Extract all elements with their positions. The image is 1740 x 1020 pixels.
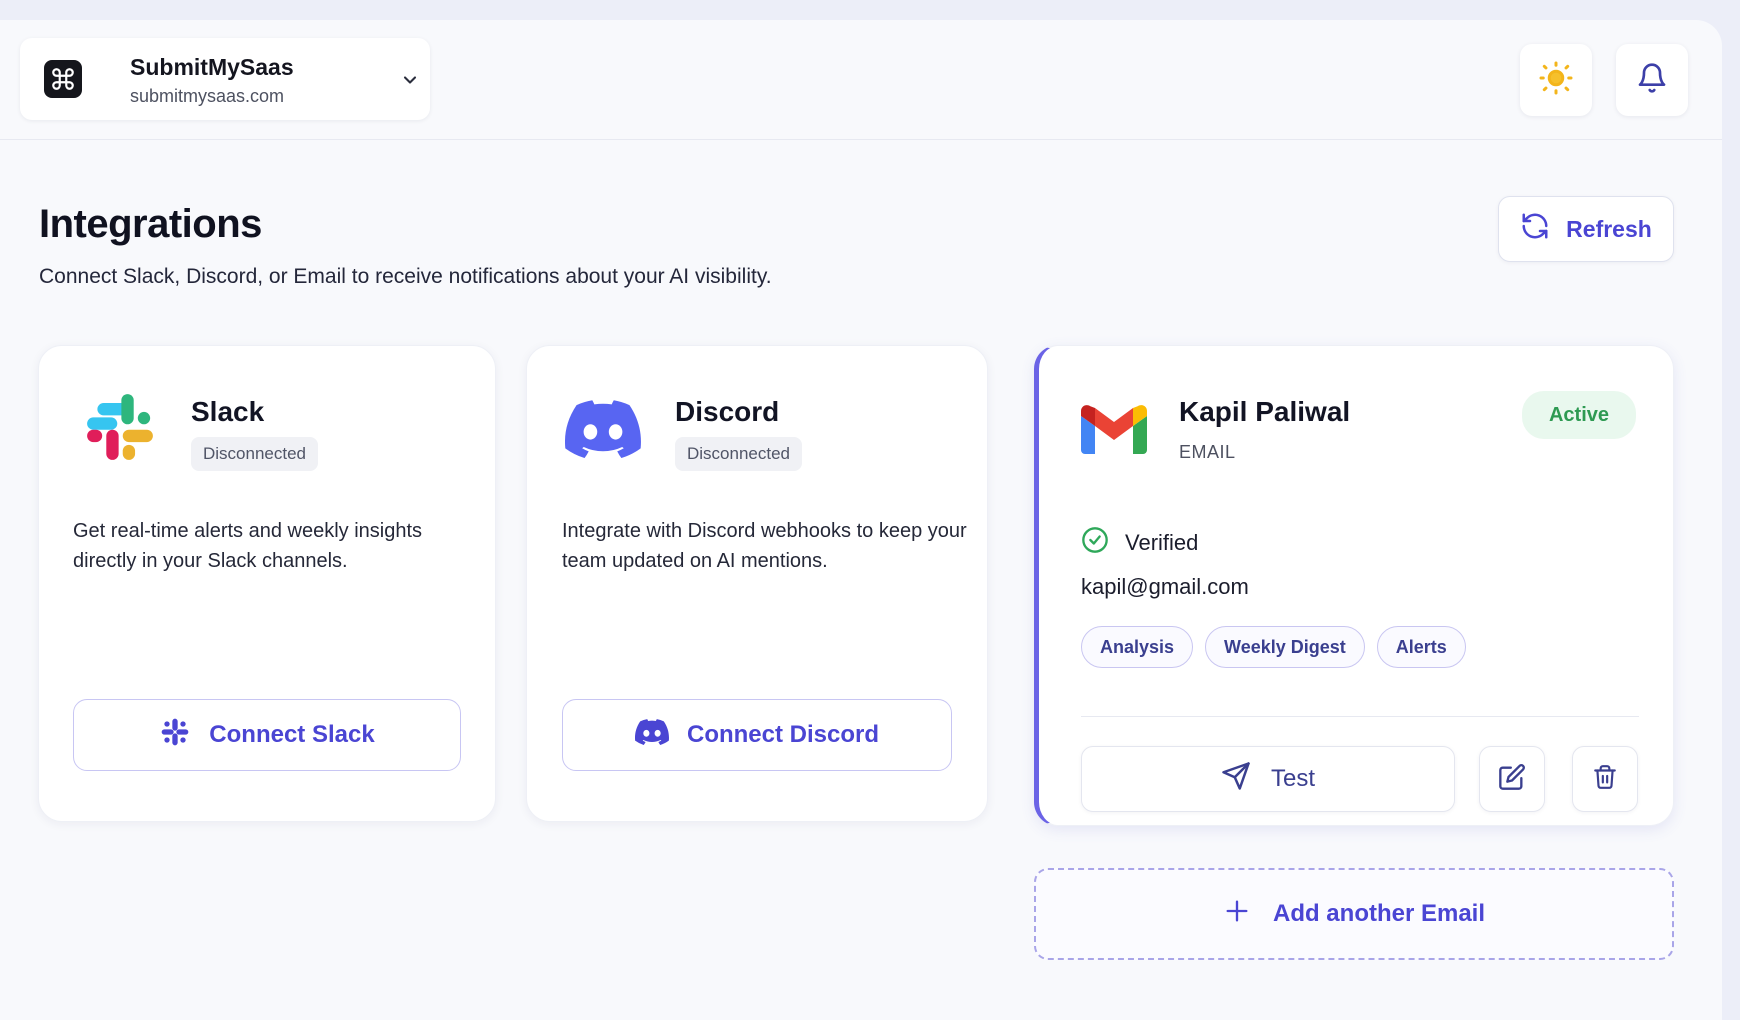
- verified-row: Verified: [1081, 526, 1198, 560]
- slack-card: Slack Disconnected Get real-time alerts …: [38, 345, 496, 822]
- plus-icon: [1223, 897, 1251, 932]
- email-account-name: Kapil Paliwal: [1179, 396, 1351, 427]
- discord-description: Integrate with Discord webhooks to keep …: [562, 520, 967, 572]
- org-name: SubmitMySaas: [130, 54, 294, 80]
- slack-title: Slack: [191, 396, 265, 427]
- tag-alerts[interactable]: Alerts: [1376, 626, 1466, 668]
- refresh-label: Refresh: [1566, 215, 1652, 242]
- page-subtitle: Connect Slack, Discord, or Email to rece…: [39, 265, 772, 288]
- discord-logo-icon: [564, 400, 641, 463]
- sun-icon: [1538, 60, 1574, 101]
- discord-card: Discord Disconnected Integrate with Disc…: [526, 345, 988, 822]
- discord-title: Discord: [675, 396, 780, 427]
- delete-button[interactable]: [1572, 746, 1638, 812]
- connect-slack-button[interactable]: Connect Slack: [73, 699, 461, 771]
- edit-button[interactable]: [1479, 746, 1545, 812]
- page-title: Integrations: [39, 202, 262, 246]
- trash-icon: [1592, 763, 1618, 796]
- slack-status-badge: Disconnected: [191, 437, 319, 471]
- integration-type-label: EMAIL: [1179, 442, 1236, 462]
- chevron-down-icon: [400, 70, 420, 95]
- org-switcher[interactable]: SubmitMySaas submitmysaas.com: [20, 38, 430, 120]
- check-circle-icon: [1081, 526, 1109, 560]
- connect-discord-button[interactable]: Connect Discord: [562, 699, 952, 771]
- add-email-button[interactable]: Add another Email: [1034, 868, 1674, 960]
- active-status-badge: Active: [1522, 391, 1636, 439]
- refresh-button[interactable]: Refresh: [1498, 196, 1674, 262]
- gmail-logo-icon: [1081, 404, 1147, 459]
- email-address: kapil@gmail.com: [1081, 574, 1249, 599]
- email-integration-card: Kapil Paliwal EMAIL Active Verified kapi…: [1034, 345, 1674, 826]
- org-domain: submitmysaas.com: [130, 86, 285, 106]
- slack-logo-icon: [83, 390, 157, 469]
- connect-slack-label: Connect Slack: [209, 721, 375, 748]
- notifications-button[interactable]: [1616, 44, 1688, 116]
- bell-icon: [1636, 62, 1668, 99]
- app-shell: SubmitMySaas submitmysaas.com Integratio…: [0, 20, 1722, 1020]
- slack-icon: [159, 716, 191, 755]
- top-bar: SubmitMySaas submitmysaas.com: [0, 20, 1722, 140]
- test-label: Test: [1270, 765, 1315, 792]
- tag-analysis[interactable]: Analysis: [1081, 626, 1194, 668]
- card-divider: [1081, 716, 1639, 717]
- connect-discord-label: Connect Discord: [686, 721, 880, 748]
- command-icon: [44, 60, 82, 98]
- edit-icon: [1498, 763, 1526, 796]
- verified-label: Verified: [1125, 530, 1199, 555]
- slack-description: Get real-time alerts and weekly insights…: [73, 520, 423, 572]
- test-button[interactable]: Test: [1081, 746, 1455, 812]
- tag-weekly-digest[interactable]: Weekly Digest: [1205, 626, 1365, 668]
- refresh-icon: [1520, 211, 1550, 247]
- discord-status-badge: Disconnected: [675, 437, 803, 471]
- theme-toggle-button[interactable]: [1520, 44, 1592, 116]
- add-email-label: Add another Email: [1272, 900, 1486, 927]
- send-icon: [1221, 761, 1251, 798]
- notification-tags: Analysis Weekly Digest Alerts: [1081, 626, 1466, 668]
- discord-icon: [634, 718, 669, 752]
